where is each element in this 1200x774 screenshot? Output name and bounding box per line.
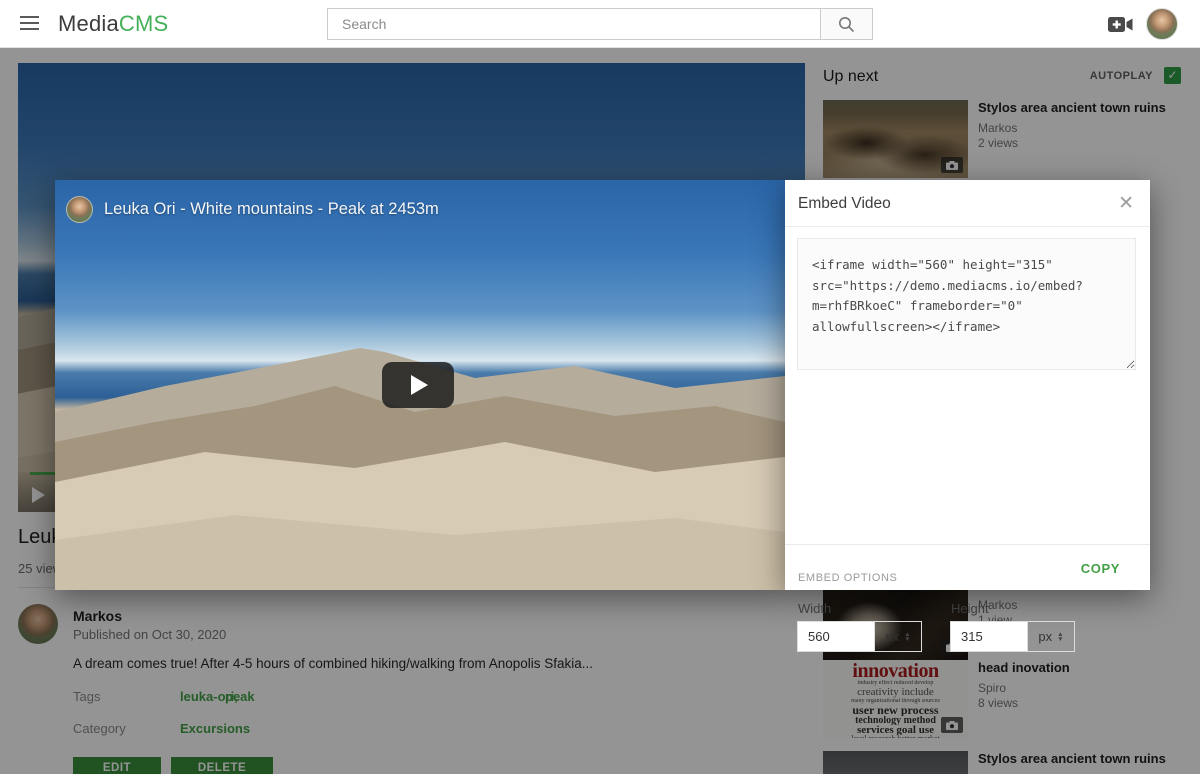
width-unit-value: px <box>885 629 899 644</box>
app-screen: Leuka Ori - White mountains - Peak at 24… <box>0 0 1200 774</box>
search-icon <box>838 16 855 33</box>
logo-media: Media <box>58 11 119 36</box>
spinner-icon[interactable]: ▲▼ <box>1057 632 1063 642</box>
width-unit-select[interactable]: px ▲▼ <box>875 621 922 652</box>
search-input[interactable] <box>328 9 820 39</box>
video-camera-icon <box>1108 16 1134 33</box>
height-label: Height <box>951 601 989 616</box>
embed-options-panel: Embed Video ✕ <iframe width="560" height… <box>785 180 1150 590</box>
close-icon[interactable]: ✕ <box>1118 192 1134 215</box>
menu-icon[interactable] <box>20 16 39 31</box>
height-field-group: px ▲▼ <box>950 621 1075 652</box>
search-bar <box>327 8 873 40</box>
embed-code-textarea[interactable]: <iframe width="560" height="315" src="ht… <box>797 238 1136 370</box>
width-field-group: px ▲▼ <box>797 621 922 652</box>
height-input[interactable] <box>950 621 1028 652</box>
embed-video-preview[interactable]: Leuka Ori - White mountains - Peak at 24… <box>55 180 785 590</box>
height-unit-select[interactable]: px ▲▼ <box>1028 621 1075 652</box>
spinner-icon[interactable]: ▲▼ <box>904 632 910 642</box>
logo[interactable]: MediaCMS <box>58 11 168 37</box>
play-icon <box>411 375 428 395</box>
preview-title-bar: Leuka Ori - White mountains - Peak at 24… <box>66 196 439 223</box>
modal-header: Embed Video ✕ <box>785 180 1150 227</box>
search-button[interactable] <box>820 9 872 39</box>
width-label: Width <box>798 601 831 616</box>
user-avatar[interactable] <box>1146 8 1178 40</box>
copy-button[interactable]: COPY <box>1081 561 1120 576</box>
big-play-button[interactable] <box>382 362 454 408</box>
top-navbar: MediaCMS <box>0 0 1200 48</box>
width-input[interactable] <box>797 621 875 652</box>
height-unit-value: px <box>1038 629 1052 644</box>
upload-video-icon[interactable] <box>1108 16 1134 33</box>
preview-video-title[interactable]: Leuka Ori - White mountains - Peak at 24… <box>104 200 439 219</box>
embed-modal: Leuka Ori - White mountains - Peak at 24… <box>0 0 1200 774</box>
modal-footer: COPY <box>785 544 1150 590</box>
logo-cms: CMS <box>119 11 169 36</box>
modal-title: Embed Video <box>798 195 891 213</box>
preview-author-avatar[interactable] <box>66 196 93 223</box>
